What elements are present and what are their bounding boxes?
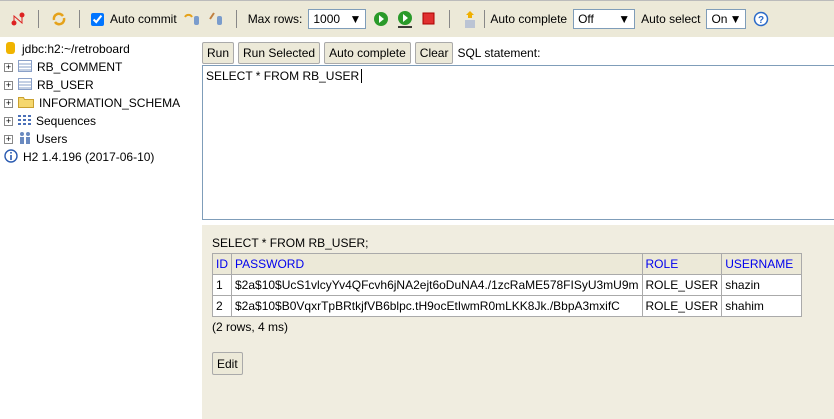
tree-connection[interactable]: jdbc:h2:~/retroboard [0,40,200,58]
result-summary: (2 rows, 4 ms) [212,320,289,334]
result-query: SELECT * FROM RB_USER; [212,236,369,250]
tree-label: Sequences [36,114,97,128]
svg-text:?: ? [758,15,764,26]
sequence-icon [18,114,32,129]
chevron-down-icon: ▼ [349,12,362,26]
users-icon [18,131,32,147]
max-rows-label: Max rows: [247,12,303,26]
tree-label: RB_COMMENT [37,60,123,74]
run-selected-button[interactable]: Run Selected [238,41,321,64]
expand-icon[interactable]: + [4,116,13,126]
cell: 2 [212,295,232,317]
rollback-icon[interactable] [183,10,201,28]
divider [79,10,80,28]
max-rows-select[interactable]: 1000 ▼ [308,9,367,29]
expand-icon[interactable]: + [4,80,13,90]
table-icon [18,59,32,75]
clear-button[interactable]: Clear [414,41,454,64]
table-header: ID PASSWORD ROLE USERNAME [212,253,803,275]
tree-item-users[interactable]: + Users [0,130,200,148]
chevron-down-icon: ▼ [729,12,742,26]
sql-editor[interactable]: SELECT * FROM RB_USER [202,65,834,220]
database-icon [6,41,16,58]
refresh-icon[interactable] [50,10,68,28]
result-table: ID PASSWORD ROLE USERNAME 1 $2a$10$UcS1v… [212,253,803,317]
expand-icon[interactable]: + [4,98,13,108]
toolbar: Auto commit Max rows: 1000 ▼ Auto complet… [0,0,834,37]
auto-select-select[interactable]: On ▼ [706,9,747,29]
tree-label: RB_USER [37,78,94,92]
expand-icon[interactable]: + [4,134,13,144]
schema-tree: jdbc:h2:~/retroboard + RB_COMMENT + RB_USE… [0,40,200,166]
max-rows-value: 1000 [313,12,341,26]
expand-icon[interactable]: + [4,62,13,72]
tree-item-rb-comment[interactable]: + RB_COMMENT [0,58,200,76]
folder-icon [18,95,34,111]
tree-item-rb-user[interactable]: + RB_USER [0,76,200,94]
cell: ROLE_USER [641,274,723,296]
tree-version: H2 1.4.196 (2017-06-10) [0,148,200,166]
run-selected-icon[interactable] [396,10,414,28]
chevron-down-icon: ▼ [618,12,631,26]
auto-commit-checkbox[interactable] [91,12,104,26]
divider [235,10,237,28]
cell: shazin [721,274,803,296]
divider [484,10,486,28]
tree-item-information-schema[interactable]: + INFORMATION_SCHEMA [0,94,200,112]
cell: ROLE_USER [641,295,723,317]
results-panel: SELECT * FROM RB_USER; ID PASSWORD ROLE … [202,225,834,419]
auto-select-label: Auto select [641,12,701,26]
auto-select-value: On [711,12,728,26]
tree-label: INFORMATION_SCHEMA [39,96,181,110]
commit-icon[interactable] [207,10,225,28]
cell: $2a$10$UcS1vlcyYv4QFcvh6jNA2ejt6oDuNA4./… [231,274,643,296]
query-buttons: Run Run Selected Auto complete Clear SQL… [202,40,834,65]
auto-commit-label: Auto commit [110,12,177,26]
text-cursor [361,69,363,83]
cell: shahim [721,295,803,317]
sql-text: SELECT * FROM RB_USER [206,69,360,83]
column-header[interactable]: USERNAME [721,253,803,275]
table-icon [18,77,32,93]
tree-item-sequences[interactable]: + Sequences [0,112,200,130]
cell: $2a$10$B0VqxrTpBRtkjfVB6blpc.tH9ocEtIwmR… [231,295,643,317]
auto-complete-value: Off [578,12,594,26]
auto-complete-select[interactable]: Off ▼ [573,9,636,29]
auto-complete-label: Auto complete [490,12,568,26]
table-row: 2 $2a$10$B0VqxrTpBRtkjfVB6blpc.tH9ocEtIw… [212,295,803,317]
table-row: 1 $2a$10$UcS1vlcyYv4QFcvh6jNA2ejt6oDuNA4… [212,274,803,296]
info-icon [4,148,18,166]
divider [449,10,451,28]
connection-label: jdbc:h2:~/retroboard [22,42,130,56]
query-panel: Run Run Selected Auto complete Clear SQL… [202,40,834,65]
column-header[interactable]: ROLE [641,253,723,275]
column-header[interactable]: PASSWORD [231,253,643,275]
column-header[interactable]: ID [212,253,232,275]
cell: 1 [212,274,232,296]
auto-complete-button[interactable]: Auto complete [324,41,411,64]
tree-label: Users [36,132,68,146]
disconnect-icon[interactable] [9,10,27,28]
run-icon[interactable] [372,10,390,28]
edit-button[interactable]: Edit [212,352,243,375]
help-icon[interactable]: ? [752,10,770,28]
sql-statement-label: SQL statement: [457,45,541,60]
stop-icon[interactable] [420,10,438,28]
history-icon[interactable] [461,10,479,28]
divider [38,10,39,28]
run-button[interactable]: Run [202,41,235,64]
version-label: H2 1.4.196 (2017-06-10) [23,150,155,164]
